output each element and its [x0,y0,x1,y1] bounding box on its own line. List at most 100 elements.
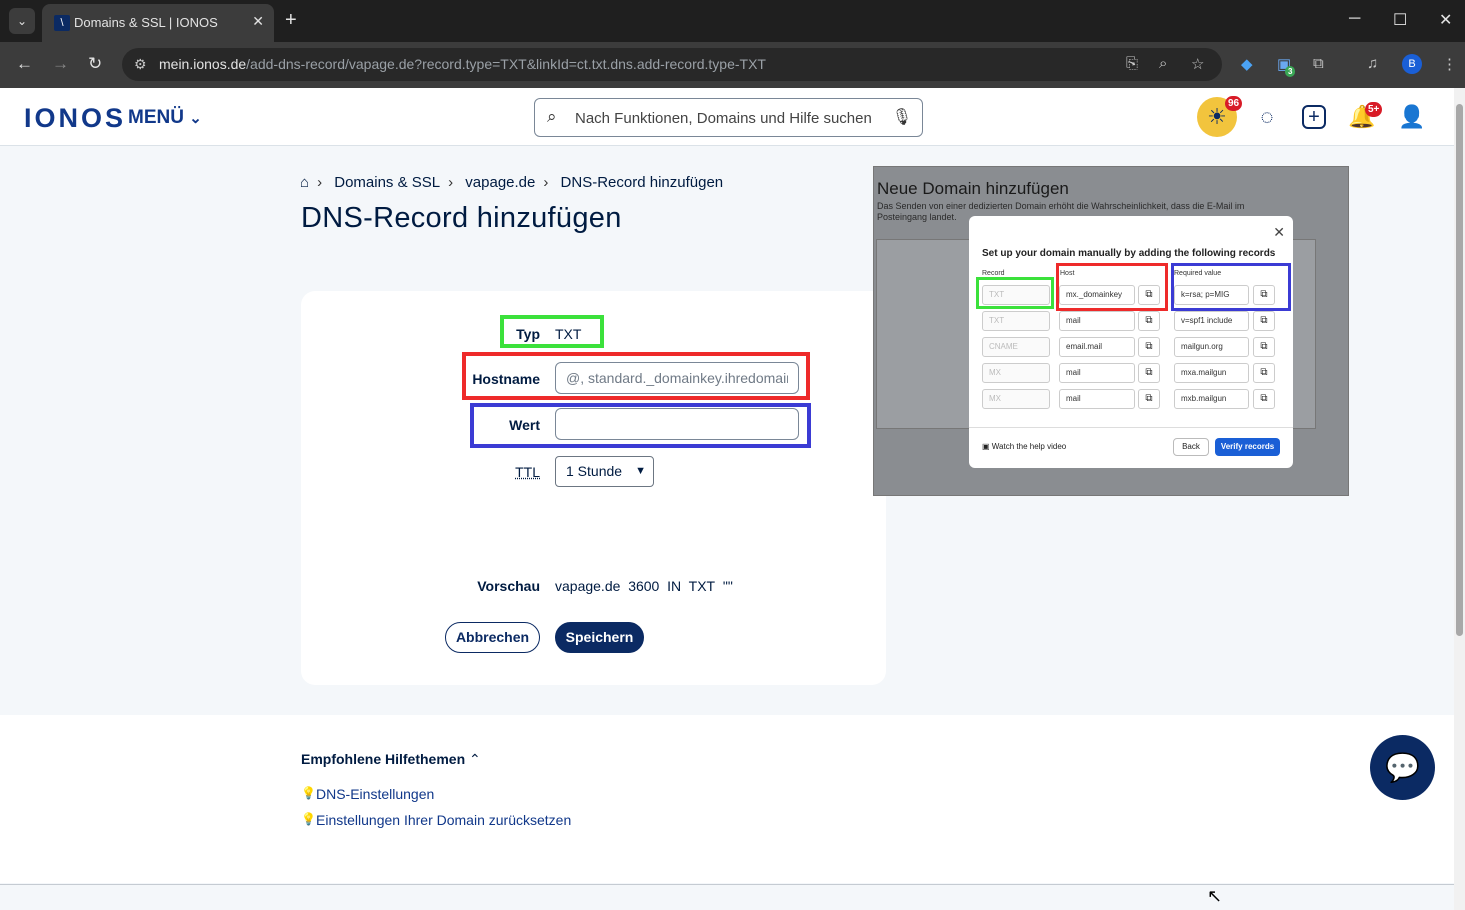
preview-value: "" [722,578,733,594]
highlight-red-box [1056,263,1168,311]
mouse-cursor-icon: ↖ [1207,886,1223,906]
lightbulb-icon: 💡 [301,786,316,800]
ttl-selected-value: 1 Stunde [566,463,623,479]
site-info-icon[interactable]: ⚙ [134,56,147,73]
install-app-icon[interactable]: ⎘ [1126,55,1138,72]
chevron-up-icon: ⌃ [469,751,481,767]
host-cell: email.mail [1059,337,1135,357]
notification-badge: 5+ [1365,102,1383,117]
add-icon[interactable]: + [1302,105,1326,129]
watch-help-video: ▣ Watch the help video [982,442,1066,451]
preview-label: Vorschau [477,578,540,594]
chevron-down-icon: ▼ [635,465,646,477]
bookmark-star-icon[interactable]: ☆ [1191,55,1204,73]
modal-title: Set up your domain manually by adding th… [982,248,1276,259]
footer-edge [0,884,1454,910]
lightbulb-icon: 💡 [301,812,316,826]
highlight-blue-box [1171,263,1291,311]
new-tab-button[interactable]: + [285,10,297,30]
preview-ttl: 3600 [628,578,660,594]
highlight-green-box [976,277,1054,309]
page-title: DNS-Record hinzufügen [301,202,622,234]
copy-icon: ⧉ [1253,389,1275,409]
maximize-icon[interactable]: ☐ [1393,10,1407,30]
browser-tab-bar: ⌄ \ Domains & SSL | IONOS ✕ + ─ ☐ ✕ [0,0,1465,42]
sun-badge: 96 [1225,96,1243,111]
microphone-icon[interactable]: 🎙 [892,107,912,127]
chevron-right-icon: › [543,174,549,191]
record-cell: CNAME [982,337,1050,357]
value-cell: v=spf1 include [1174,311,1249,331]
preview-text: vapage.de 3600 IN TXT "" [555,578,733,594]
tab-title: Domains & SSL | IONOS [74,15,218,30]
breadcrumb-domains[interactable]: Domains & SSL [334,174,440,191]
help-chat-icon[interactable]: ◌ [1252,102,1282,132]
back-arrow-icon[interactable]: ← [16,54,33,74]
highlight-green-box [500,315,604,348]
chat-bubble-icon[interactable]: 💬 [1370,735,1435,800]
zoom-icon[interactable]: ⌕ [1159,55,1167,72]
preview-domain: vapage.de [555,578,621,594]
cancel-button[interactable]: Abbrechen [445,622,540,653]
extension-badge: 3 [1285,66,1296,77]
modal-verify-button: Verify records [1215,438,1280,456]
close-window-icon[interactable]: ✕ [1439,10,1452,30]
help-section: Empfohlene Hilfethemen ⌃ 💡 DNS-Einstellu… [0,715,1454,883]
modal-divider [969,427,1293,428]
value-cell: mxa.mailgun [1174,363,1249,383]
profile-avatar[interactable]: B [1402,54,1422,74]
ionos-logo[interactable]: IONOS [24,103,126,134]
record-cell: TXT [982,311,1050,331]
extensions-puzzle-icon[interactable]: ⧉ [1313,55,1324,72]
scrollbar[interactable] [1454,88,1465,910]
browser-menu-icon[interactable]: ⋮ [1442,55,1457,73]
copy-icon: ⧉ [1253,363,1275,383]
col-record: Record [982,270,1005,277]
address-bar: ← → ↻ ⚙ mein.ionos.de/add-dns-record/vap… [0,42,1465,88]
host-cell: mail [1059,389,1135,409]
value-cell: mxb.mailgun [1174,389,1249,409]
copy-icon: ⧉ [1253,337,1275,357]
screenshot-bg-title: Neue Domain hinzufügen [877,179,1069,198]
value-cell: mailgun.org [1174,337,1249,357]
highlight-red-box [462,352,810,400]
search-input[interactable] [575,107,890,129]
search-icon: ⌕ [547,107,557,126]
reload-icon[interactable]: ↻ [88,54,102,74]
screenshot-modal: ✕ Set up your domain manually by adding … [969,216,1293,468]
ttl-select[interactable]: 1 Stunde ▼ [555,456,654,487]
search-box: ⌕ 🎙 [534,98,923,137]
video-icon: ▣ [982,442,990,451]
scrollbar-thumb[interactable] [1456,104,1463,636]
user-account-icon[interactable]: 👤 [1397,102,1427,132]
url-domain: mein.ionos.de [159,56,247,72]
extension-shield-icon[interactable]: ◆ [1241,55,1253,73]
breadcrumb-vapage[interactable]: vapage.de [465,174,535,191]
copy-icon: ⧉ [1138,311,1160,331]
highlight-blue-box [470,403,811,448]
minimize-icon[interactable]: ─ [1349,10,1360,28]
save-button[interactable]: Speichern [555,622,644,653]
ionos-favicon-icon: \ [54,15,70,31]
tab-search-button[interactable]: ⌄ [9,8,35,34]
url-path: /add-dns-record/vapage.de?record.type=TX… [246,56,766,72]
help-title-text: Empfohlene Hilfethemen [301,751,466,767]
help-title[interactable]: Empfohlene Hilfethemen ⌃ [301,751,481,768]
ttl-label[interactable]: TTL [480,464,540,480]
site-header: IONOS MENÜ ⌄ ⌕ 🎙 ☀ 96 ◌ + 🔔 5+ 👤 [0,88,1454,146]
browser-tab[interactable]: \ Domains & SSL | IONOS ✕ [42,4,274,42]
modal-back-button: Back [1173,438,1209,456]
copy-icon: ⧉ [1253,311,1275,331]
close-tab-icon[interactable]: ✕ [252,13,264,30]
media-control-icon[interactable]: ♫ [1367,55,1378,72]
breadcrumb: ⌂ › Domains & SSL › vapage.de › DNS-Record … [300,174,731,191]
chevron-right-icon: › [317,174,323,191]
main-menu-button[interactable]: MENÜ ⌄ [128,107,202,129]
url-field[interactable]: ⚙ mein.ionos.de/add-dns-record/vapage.de… [122,48,1222,81]
chevron-right-icon: › [448,174,454,191]
home-icon[interactable]: ⌂ [300,174,309,191]
help-link-dns[interactable]: DNS-Einstellungen [316,786,434,802]
help-link-reset[interactable]: Einstellungen Ihrer Domain zurücksetzen [316,812,571,828]
forward-arrow-icon[interactable]: → [52,54,69,74]
breadcrumb-current: DNS-Record hinzufügen [560,174,724,191]
